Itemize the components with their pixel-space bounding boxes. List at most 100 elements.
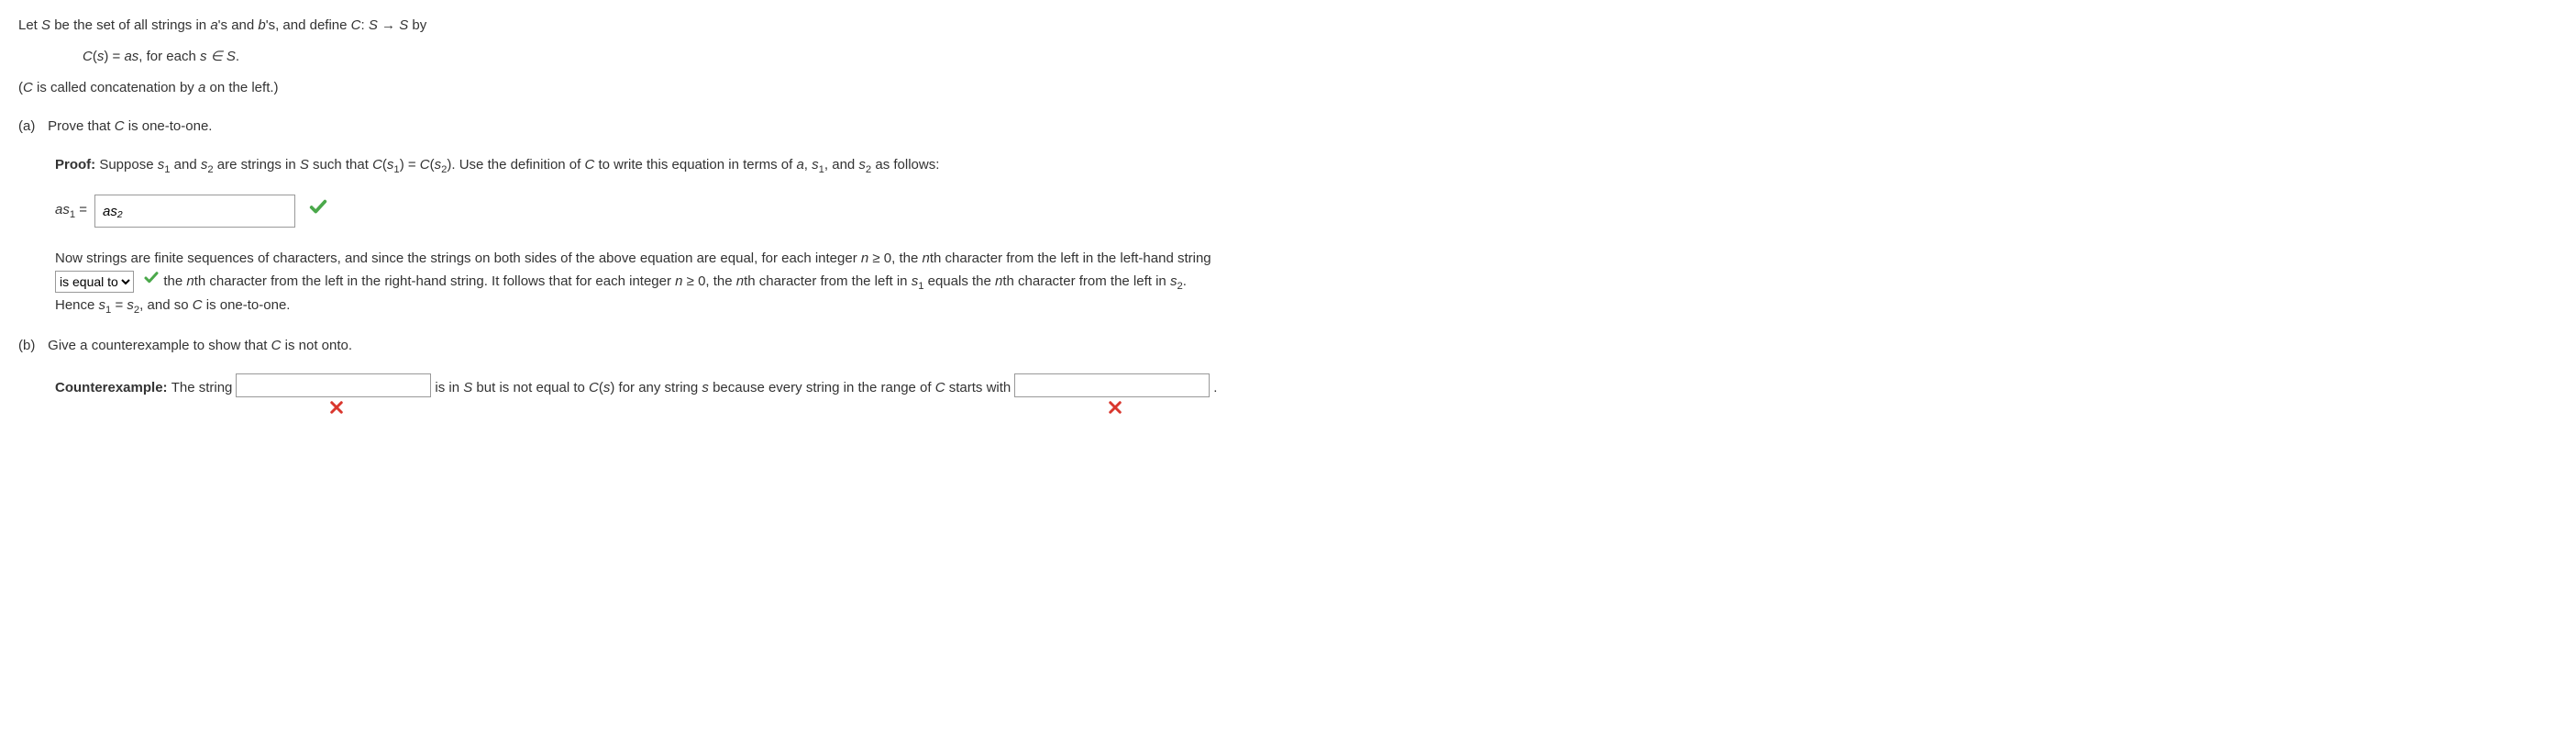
text: to write this equation in terms of	[594, 157, 796, 173]
relation-dropdown[interactable]: is equal to	[55, 271, 134, 293]
explain-line: (C is called concatenation by a on the l…	[18, 77, 2558, 99]
check-icon	[143, 270, 160, 294]
var-C: C	[23, 80, 33, 95]
map: S → S	[369, 17, 408, 33]
var-in: s ∈ S	[200, 49, 236, 64]
text: ≥ 0, the	[683, 273, 736, 289]
proof-line: Proof: Suppose s1 and s2 are strings in …	[55, 154, 2558, 178]
text: ). Use the definition of	[447, 157, 584, 173]
var-a: a	[210, 17, 217, 33]
text: The string	[171, 380, 233, 395]
part-label-b: (b)	[18, 335, 44, 357]
text: th character from the left in	[744, 273, 912, 289]
text: is one-to-one.	[203, 297, 291, 313]
var-b: b	[258, 17, 265, 33]
text: Hence	[55, 297, 99, 313]
var-C: C	[193, 297, 203, 313]
text: th character from the left in	[1002, 273, 1170, 289]
text: 's and	[218, 17, 259, 33]
text: =	[75, 202, 87, 217]
var-n: n	[922, 251, 929, 266]
text: =	[111, 297, 127, 313]
var-a: a	[796, 157, 803, 173]
counterexample-row: Counterexample: The string is in S but i…	[55, 373, 2558, 423]
var-n: n	[861, 251, 868, 266]
var-C: C	[584, 157, 594, 173]
text: is one-to-one.	[125, 118, 213, 134]
var-s2: s	[858, 157, 866, 173]
text: ) =	[104, 49, 124, 64]
var-n: n	[675, 273, 682, 289]
text: th character from the left in the right-…	[194, 273, 675, 289]
var-s2: s	[435, 157, 442, 173]
definition-line: C(s) = as, for each s ∈ S.	[83, 46, 2558, 68]
text: is in	[435, 380, 463, 395]
text: on the left.)	[205, 80, 278, 95]
text: th character from the left in the left-h…	[930, 251, 1211, 266]
text: 's, and define	[266, 17, 351, 33]
part-b-header: (b) Give a counterexample to show that C…	[18, 335, 2558, 357]
var-s2: s	[127, 297, 134, 313]
var-n: n	[736, 273, 744, 289]
text: because every string in the range of	[709, 380, 935, 395]
var-C: C	[83, 49, 93, 64]
counterexample-label: Counterexample:	[55, 380, 171, 395]
text: .	[1213, 373, 1217, 399]
counterexample-input-2[interactable]	[1014, 373, 1210, 397]
text: Give a counterexample to show that	[48, 338, 271, 353]
text: ) =	[400, 157, 420, 173]
var-S: S	[463, 380, 472, 395]
counterexample-input-1[interactable]	[236, 373, 431, 397]
text: , and so	[139, 297, 193, 313]
var-s: s	[702, 380, 709, 395]
text: , and	[824, 157, 859, 173]
text: be the set of all strings in	[50, 17, 210, 33]
text: .	[236, 49, 239, 64]
text: :	[361, 17, 369, 33]
var-C: C	[420, 157, 430, 173]
text: and	[170, 157, 200, 173]
var-S: S	[300, 157, 309, 173]
var-C: C	[372, 157, 382, 173]
text: starts with	[945, 380, 1012, 395]
text: ,	[804, 157, 812, 173]
text: the	[163, 273, 186, 289]
eq-lhs: as1 =	[55, 199, 87, 223]
text: Now strings are finite sequences of char…	[55, 251, 861, 266]
text: is not onto.	[281, 338, 352, 353]
var-S: S	[41, 17, 50, 33]
check-icon	[308, 197, 328, 225]
text: as follows:	[871, 157, 939, 173]
var-as: as	[124, 49, 138, 64]
proof-label: Proof:	[55, 157, 99, 173]
text: ≥ 0, the	[868, 251, 922, 266]
paragraph-2: Now strings are finite sequences of char…	[55, 248, 2558, 318]
text: is called concatenation by	[33, 80, 198, 95]
part-a-header: (a) Prove that C is one-to-one.	[18, 116, 2558, 138]
text: by	[408, 17, 426, 33]
text: .	[1183, 273, 1187, 289]
var-n: n	[186, 273, 193, 289]
var-C: C	[271, 338, 282, 353]
text: are strings in	[214, 157, 300, 173]
var-as: as	[55, 202, 70, 217]
text: Suppose	[99, 157, 157, 173]
equation-input[interactable]	[94, 195, 295, 228]
text: Prove that	[48, 118, 115, 134]
part-label-a: (a)	[18, 116, 44, 138]
var-s1: s	[812, 157, 819, 173]
text: , for each	[138, 49, 200, 64]
text: Let	[18, 17, 41, 33]
var-C: C	[351, 17, 361, 33]
cross-icon	[1020, 399, 1210, 423]
intro-line1: Let S be the set of all strings in a's a…	[18, 15, 2558, 37]
cross-icon	[241, 399, 431, 423]
var-C: C	[935, 380, 945, 395]
var-C: C	[115, 118, 125, 134]
var-C: C	[589, 380, 599, 395]
text: but is not equal to	[472, 380, 589, 395]
var-s1: s	[99, 297, 106, 313]
text: equals the	[923, 273, 995, 289]
text: ) for any string	[610, 380, 702, 395]
equation-row: as1 =	[55, 195, 2558, 228]
